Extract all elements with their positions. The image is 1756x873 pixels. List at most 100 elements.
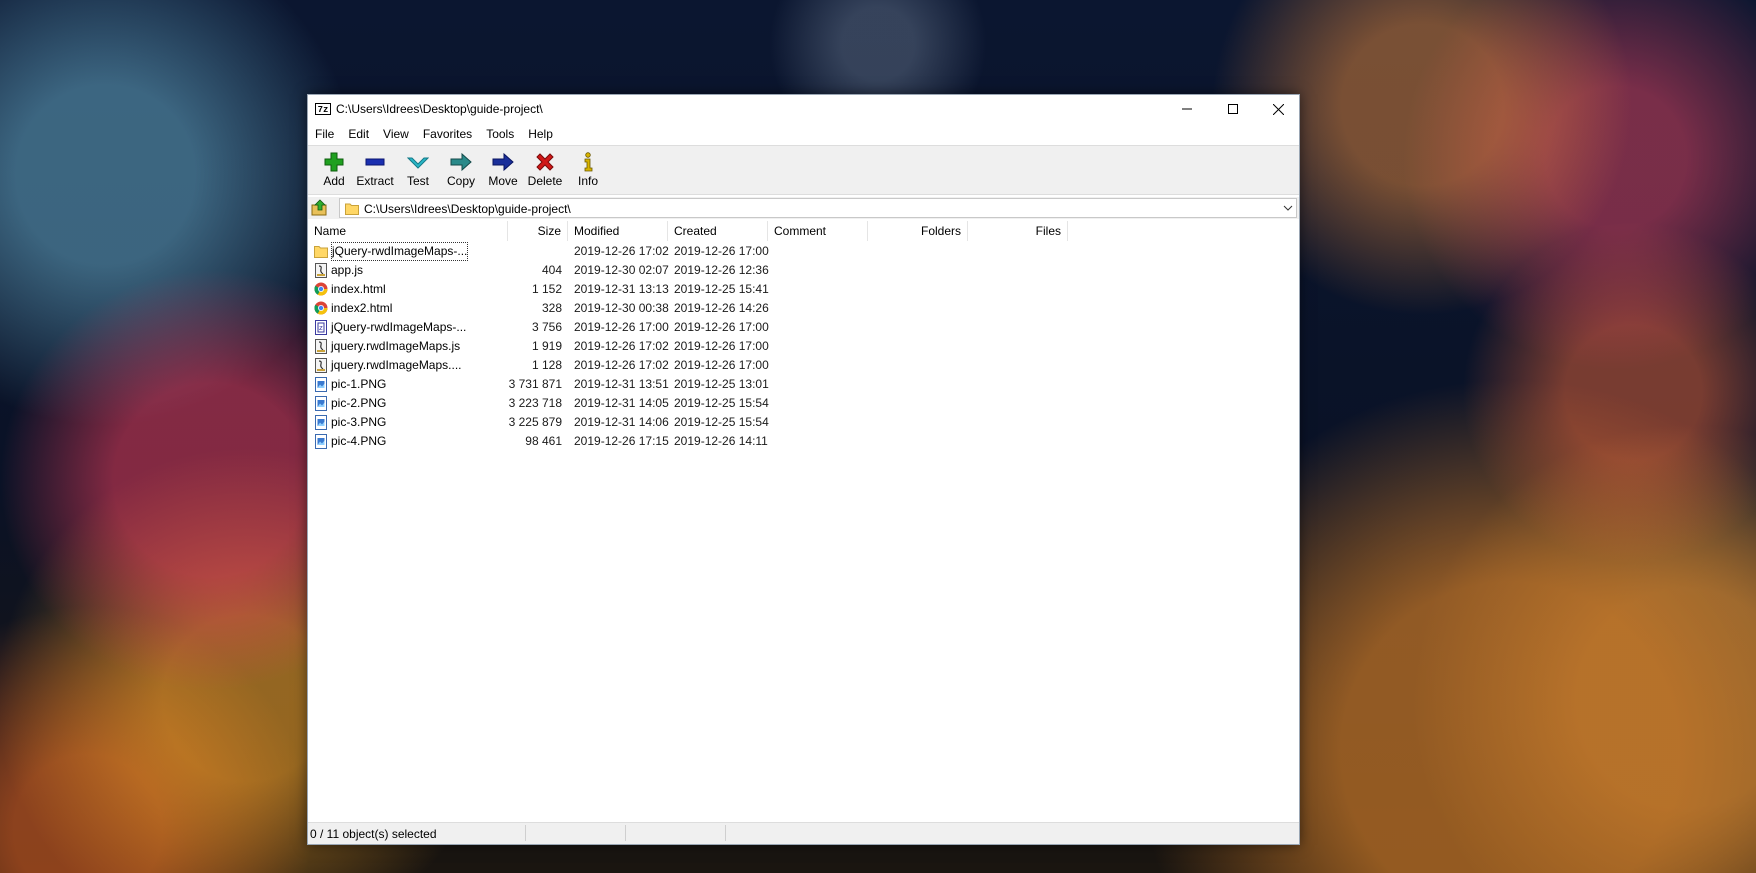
column-size[interactable]: Size <box>508 221 568 241</box>
file-row[interactable]: index.html 1 152 2019-12-31 13:13 2019-12-2… <box>308 280 1299 299</box>
column-created[interactable]: Created <box>668 221 768 241</box>
image-file-icon <box>314 434 328 449</box>
status-divider <box>625 825 626 841</box>
image-file-icon <box>314 377 328 392</box>
file-row[interactable]: pic-3.PNG 3 225 879 2019-12-31 14:06 2019-1… <box>308 413 1299 432</box>
file-created: 2019-12-25 15:54 <box>674 415 769 429</box>
file-row[interactable]: jquery.rwdImageMaps.... 1 128 2019-12-26 1… <box>308 356 1299 375</box>
extract-label: Extract <box>356 174 394 188</box>
file-name: app.js <box>331 263 364 277</box>
chrome-html-icon <box>314 301 328 316</box>
menu-view[interactable]: View <box>376 127 416 141</box>
menu-edit[interactable]: Edit <box>341 127 376 141</box>
file-row[interactable]: app.js 404 2019-12-30 02:07 2019-12-26 12:3… <box>308 261 1299 280</box>
file-size: 1 128 <box>531 358 562 372</box>
file-row[interactable]: pic-2.PNG 3 223 718 2019-12-31 14:05 2019-1… <box>308 394 1299 413</box>
file-list[interactable]: Name Size Modified Created Comment Folde… <box>308 221 1299 822</box>
copy-arrow-icon <box>450 152 472 172</box>
delete-label: Delete <box>527 174 563 188</box>
file-row[interactable]: jquery.rwdImageMaps.js 1 919 2019-12-26 17… <box>308 337 1299 356</box>
chrome-html-icon <box>314 282 328 297</box>
file-size: 328 <box>541 301 562 315</box>
status-divider <box>725 825 726 841</box>
file-modified: 2019-12-26 17:02 <box>574 244 669 258</box>
file-modified: 2019-12-26 17:02 <box>574 358 669 372</box>
menu-file[interactable]: File <box>308 127 341 141</box>
extract-button[interactable]: Extract <box>354 148 396 192</box>
script-file-icon <box>314 339 328 354</box>
file-modified: 2019-12-26 17:00 <box>574 320 669 334</box>
file-size: 3 756 <box>531 320 562 334</box>
minus-icon <box>365 158 385 166</box>
add-label: Add <box>323 174 345 188</box>
file-row[interactable]: pic-1.PNG 3 731 871 2019-12-31 13:51 2019-1… <box>308 375 1299 394</box>
file-modified: 2019-12-31 13:51 <box>574 377 669 391</box>
file-name: jQuery-rwdImageMaps-... <box>331 242 469 261</box>
file-created: 2019-12-26 17:00 <box>674 320 769 334</box>
file-created: 2019-12-26 12:36 <box>674 263 769 277</box>
file-name: pic-1.PNG <box>331 377 387 391</box>
title-bar[interactable]: 7z C:\Users\Idrees\Desktop\guide-project… <box>308 95 1299 123</box>
close-icon <box>1272 103 1284 115</box>
file-row[interactable]: pic-4.PNG 98 461 2019-12-26 17:15 2019-12-2… <box>308 432 1299 451</box>
file-name: index.html <box>331 282 386 296</box>
column-modified[interactable]: Modified <box>568 221 668 241</box>
file-name: pic-3.PNG <box>331 415 387 429</box>
file-created: 2019-12-25 13:01 <box>674 377 769 391</box>
menu-tools[interactable]: Tools <box>479 127 521 141</box>
close-button[interactable] <box>1255 95 1301 123</box>
file-created: 2019-12-25 15:54 <box>674 396 769 410</box>
file-modified: 2019-12-31 13:13 <box>574 282 669 296</box>
info-label: Info <box>577 174 598 188</box>
svg-text:z: z <box>319 324 323 332</box>
file-modified: 2019-12-31 14:05 <box>574 396 669 410</box>
file-modified: 2019-12-30 02:07 <box>574 263 669 277</box>
menu-bar: File Edit View Favorites Tools Help <box>308 123 1299 145</box>
up-folder-icon <box>311 199 327 216</box>
file-created: 2019-12-26 17:00 <box>674 358 769 372</box>
menu-favorites[interactable]: Favorites <box>416 127 479 141</box>
status-divider <box>525 825 526 841</box>
file-created: 2019-12-26 14:11 <box>674 434 768 448</box>
file-size: 3 223 718 <box>508 396 562 410</box>
file-row[interactable]: z jQuery-rwdImageMaps-... 3 756 2019-12-26 … <box>308 318 1299 337</box>
seven-zip-window: 7z C:\Users\Idrees\Desktop\guide-project… <box>307 94 1300 845</box>
test-button[interactable]: Test <box>397 148 439 192</box>
column-name[interactable]: Name <box>308 221 508 241</box>
delete-button[interactable]: Delete <box>524 148 566 192</box>
script-file-icon <box>314 263 328 278</box>
maximize-button[interactable] <box>1210 95 1256 123</box>
address-bar: C:\Users\Idrees\Desktop\guide-project\ <box>308 197 1299 219</box>
file-name: pic-2.PNG <box>331 396 387 410</box>
menu-help[interactable]: Help <box>521 127 560 141</box>
move-button[interactable]: Move <box>482 148 524 192</box>
file-size: 1 919 <box>531 339 562 353</box>
info-button[interactable]: Info <box>567 148 609 192</box>
copy-button[interactable]: Copy <box>440 148 482 192</box>
column-comment[interactable]: Comment <box>768 221 868 241</box>
chevron-down-icon[interactable] <box>1283 204 1293 212</box>
column-folders[interactable]: Folders <box>868 221 968 241</box>
column-files[interactable]: Files <box>968 221 1068 241</box>
file-size: 98 461 <box>525 434 562 448</box>
file-size: 404 <box>541 263 562 277</box>
file-name: jquery.rwdImageMaps.js <box>331 339 461 353</box>
file-size: 1 152 <box>531 282 562 296</box>
image-file-icon <box>314 415 328 430</box>
file-row[interactable]: jQuery-rwdImageMaps-... 2019-12-26 17:02 2… <box>308 242 1299 261</box>
script-file-icon <box>314 358 328 373</box>
file-size <box>508 242 568 261</box>
file-row[interactable]: index2.html 328 2019-12-30 00:38 2019-12-26… <box>308 299 1299 318</box>
minimize-icon <box>1182 108 1192 110</box>
file-name: index2.html <box>331 301 393 315</box>
minimize-button[interactable] <box>1164 95 1210 123</box>
address-path-combo[interactable]: C:\Users\Idrees\Desktop\guide-project\ <box>339 198 1297 218</box>
archive-file-icon: z <box>314 320 328 335</box>
file-modified: 2019-12-26 17:15 <box>574 434 669 448</box>
parent-folder-button[interactable] <box>311 199 329 217</box>
image-file-icon <box>314 396 328 411</box>
file-size: 3 225 879 <box>508 415 562 429</box>
add-button[interactable]: Add <box>313 148 355 192</box>
file-modified: 2019-12-30 00:38 <box>574 301 669 315</box>
file-name: jquery.rwdImageMaps.... <box>331 358 462 372</box>
